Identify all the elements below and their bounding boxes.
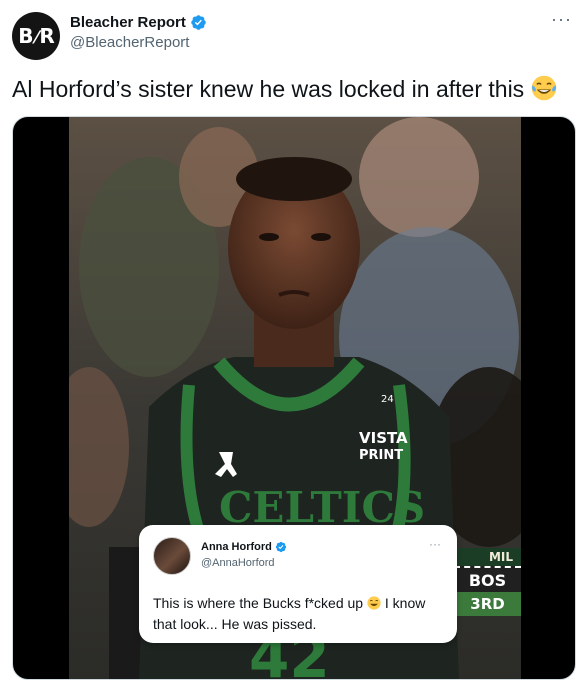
- display-name[interactable]: Bleacher Report: [70, 14, 186, 31]
- jersey-sponsor-line1: VISTA: [359, 429, 408, 447]
- quote-handle: @AnnaHorford: [201, 557, 275, 569]
- scorebug: MIL BOS 3RD: [454, 548, 521, 616]
- author-names: Bleacher Report @BleacherReport: [70, 14, 207, 51]
- display-name-row[interactable]: Bleacher Report: [70, 14, 207, 31]
- scorebug-quarter: 3RD: [454, 592, 521, 616]
- avatar[interactable]: B / R: [12, 12, 60, 60]
- tweet-text: Al Horford’s sister knew he was locked i…: [12, 74, 576, 104]
- jersey-sponsor-line2: PRINT: [359, 448, 403, 463]
- face-with-tears-of-joy-icon: [531, 75, 556, 101]
- quote-text-before: This is where the Bucks f*cked up: [153, 595, 364, 611]
- handle[interactable]: @BleacherReport: [70, 34, 207, 51]
- scorebug-away: MIL: [454, 548, 521, 566]
- more-options-icon[interactable]: ···: [551, 10, 572, 28]
- tweet-text-body: Al Horford’s sister knew he was locked i…: [12, 76, 525, 102]
- video-media[interactable]: 24 VISTA PRINT CELTICS 42 MIL BOS 3RD An…: [12, 116, 576, 680]
- tweet-header: B / R Bleacher Report @BleacherReport ···: [12, 10, 576, 60]
- quote-more-icon: ···: [429, 537, 441, 551]
- face-with-tears-of-joy-icon: [367, 596, 381, 610]
- quote-name-row: Anna Horford: [201, 541, 287, 553]
- quote-text: This is where the Bucks f*cked up I know…: [153, 593, 445, 635]
- scorebug-home: BOS: [454, 566, 521, 592]
- quoted-tweet-card: Anna Horford @AnnaHorford ··· This is wh…: [139, 525, 457, 643]
- quote-avatar: [153, 537, 191, 575]
- verified-badge-icon: [191, 15, 206, 30]
- verified-badge-icon: [275, 541, 287, 553]
- jersey-number-small: 24: [381, 394, 394, 405]
- quote-display-name: Anna Horford: [201, 541, 272, 553]
